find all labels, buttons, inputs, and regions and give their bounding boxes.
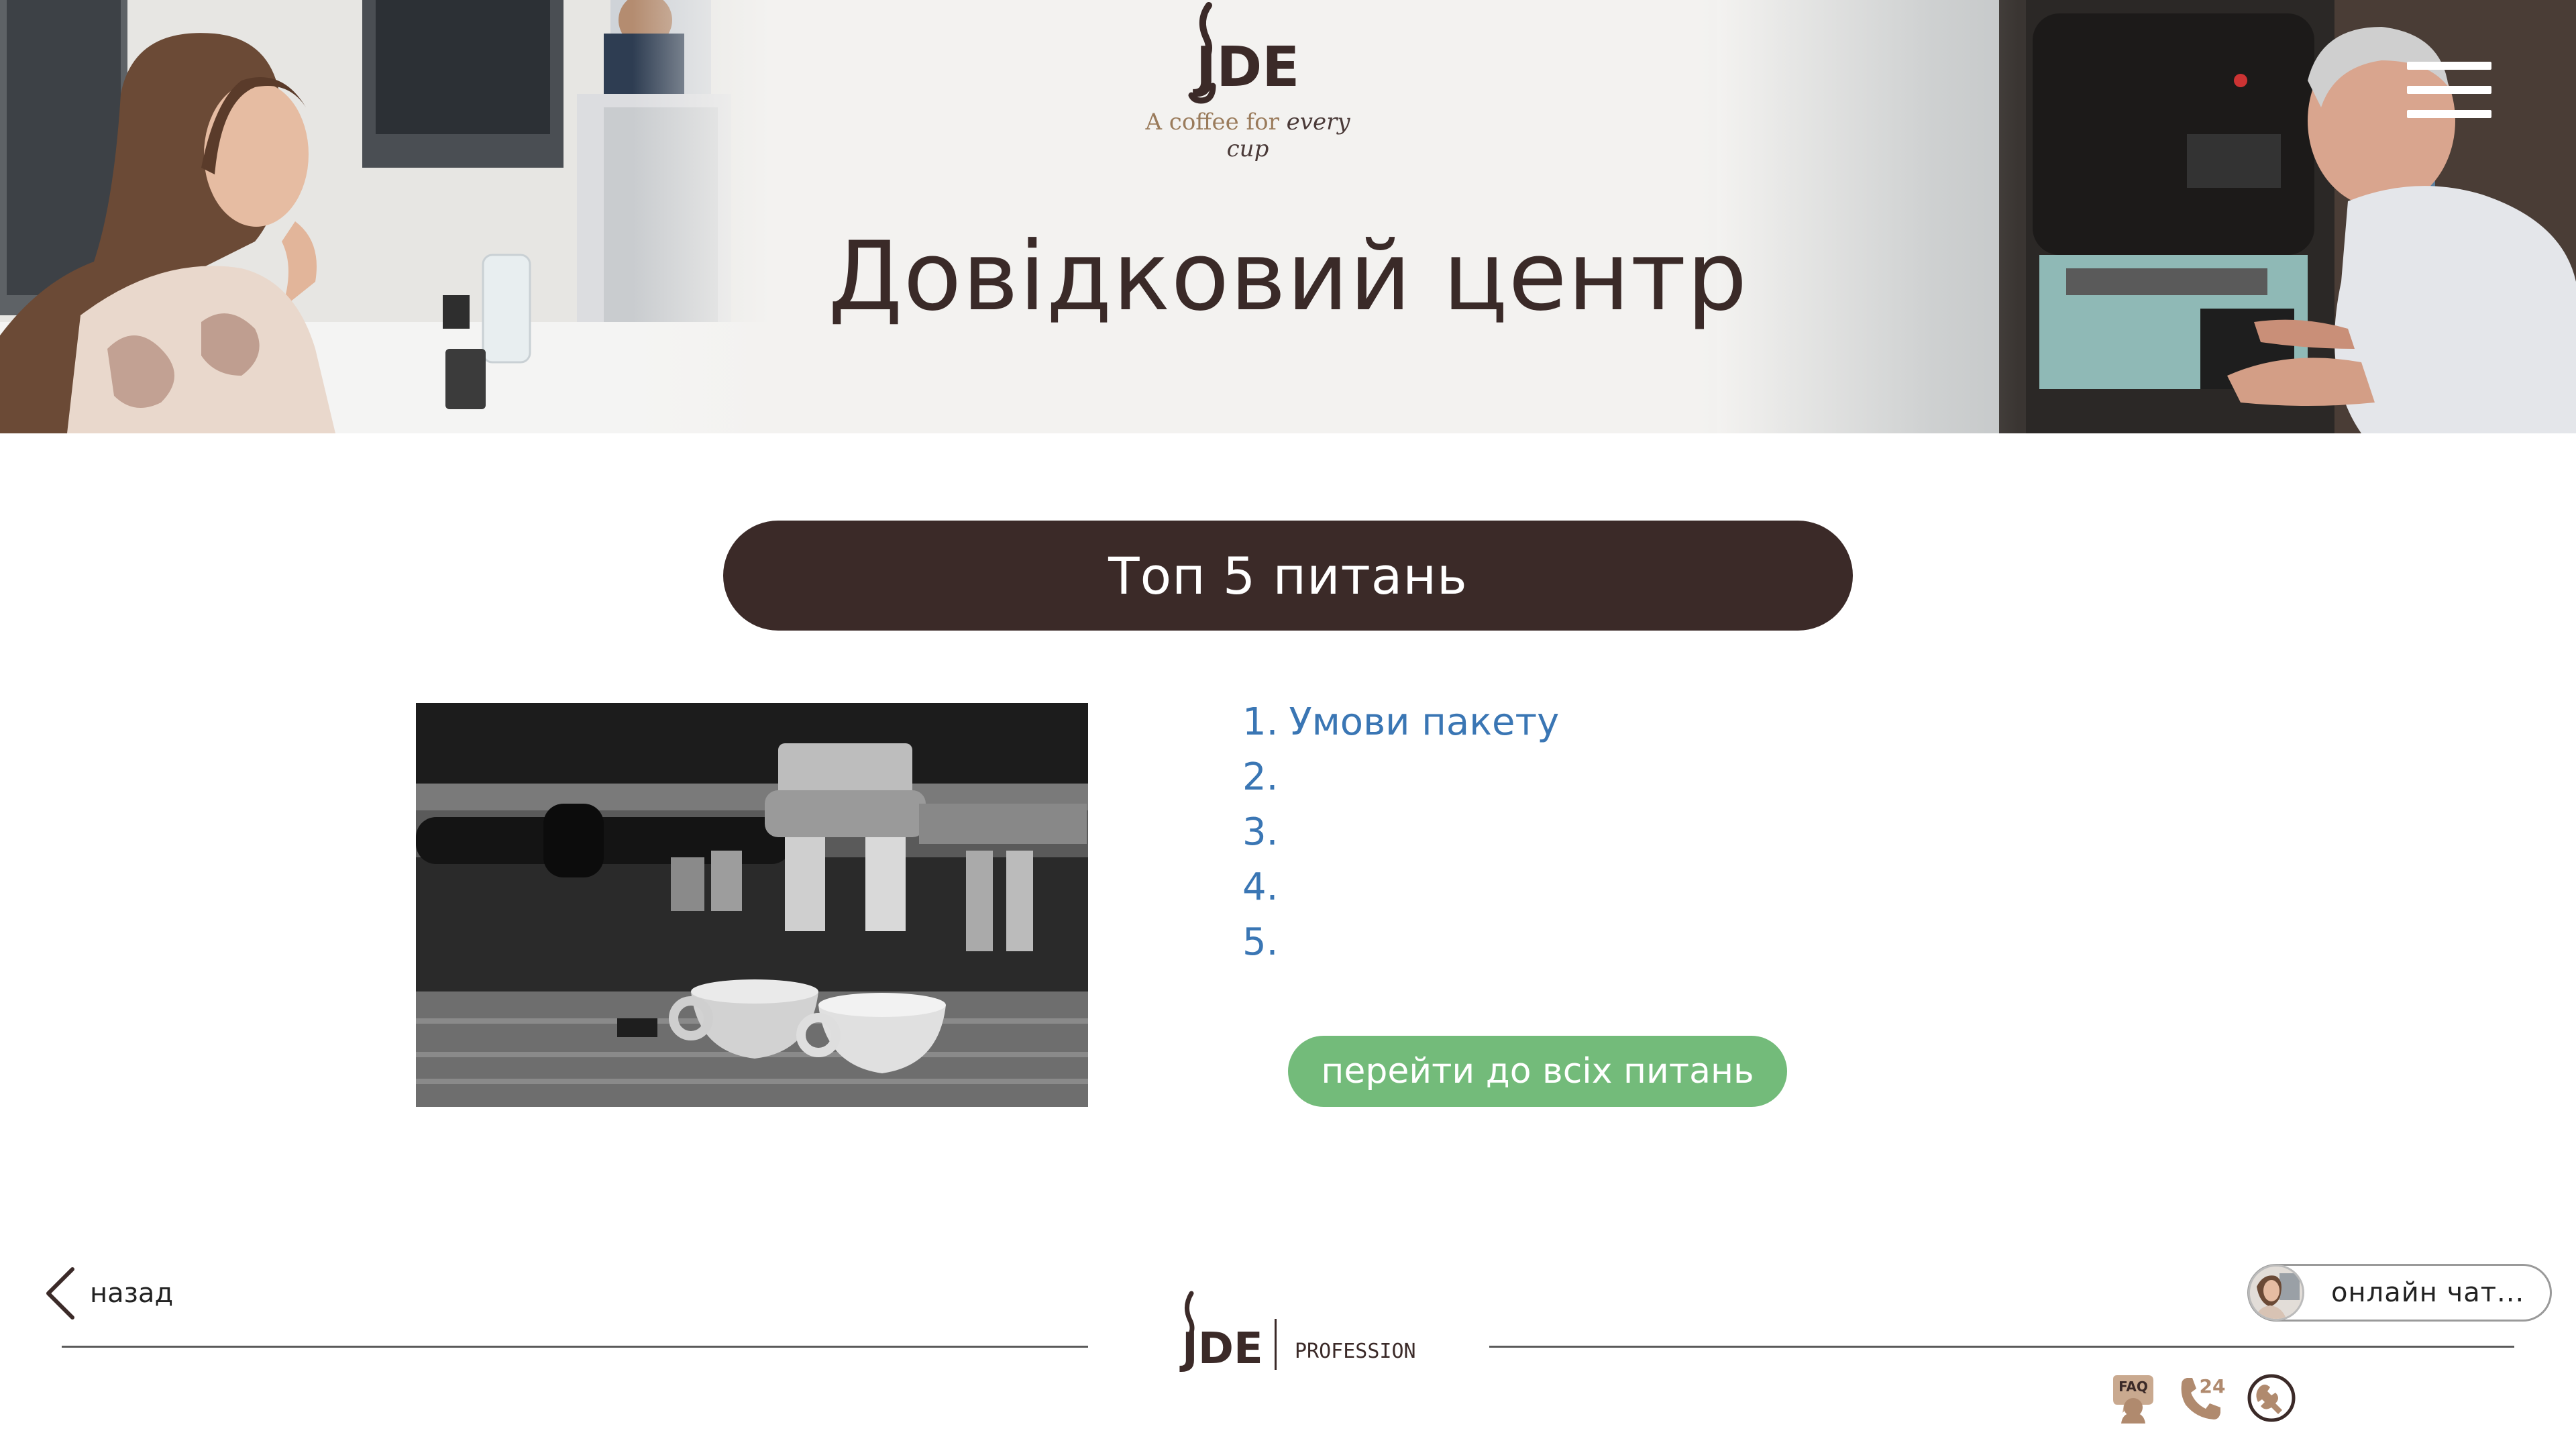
question-number: 4. (1242, 865, 1279, 909)
faq-icon[interactable]: FAQ (2108, 1373, 2159, 1424)
footer-logo-text: JDE (1179, 1324, 1263, 1374)
top-questions-heading-text: Топ 5 питань (1108, 545, 1468, 606)
back-label: назад (90, 1278, 174, 1309)
question-number: 3. (1242, 810, 1279, 854)
phone-24-label: 24 (2200, 1375, 2226, 1397)
top-questions-heading: Топ 5 питань (723, 521, 1853, 631)
hero-tagline: A coffee for every cup (1134, 109, 1362, 162)
footer-divider-left (62, 1346, 1088, 1348)
hero-photo-office (0, 0, 771, 433)
question-item[interactable]: 3. (1242, 805, 2047, 860)
top-questions-list: 1. Умови пакету 2. 3. 4. 5. (1242, 695, 2047, 970)
question-number: 2. (1242, 755, 1279, 799)
chat-avatar (2248, 1265, 2304, 1321)
question-item[interactable]: 4. (1242, 860, 2047, 915)
footer-logo-subtext: PROFESSIONAL (1295, 1340, 1415, 1363)
question-item[interactable]: 1. Умови пакету (1242, 695, 2047, 750)
question-number: 1. (1242, 700, 1279, 744)
footer-divider-right (1489, 1346, 2514, 1348)
question-item[interactable]: 2. (1242, 750, 2047, 805)
hero-banner: JDE A coffee for every cup Довідковий це… (0, 0, 2576, 433)
question-number: 5. (1242, 920, 1279, 964)
espresso-machine-photo (416, 703, 1088, 1107)
menu-bar (2407, 86, 2491, 94)
tagline-plain: A coffee for (1145, 109, 1287, 136)
menu-bar (2407, 62, 2491, 70)
hamburger-menu-icon[interactable] (2407, 62, 2491, 119)
page-title: Довідковий центр (828, 221, 1748, 332)
online-chat-button[interactable]: онлайн чат... (2247, 1264, 2552, 1322)
faq-icon-label: FAQ (2118, 1379, 2148, 1395)
question-text[interactable]: Умови пакету (1289, 700, 1559, 744)
all-questions-button[interactable]: перейти до всіх питань (1288, 1036, 1787, 1107)
chat-avatar-image (2250, 1267, 2302, 1319)
chevron-left-icon (46, 1267, 74, 1320)
phone-24-icon[interactable]: 24 (2175, 1373, 2226, 1424)
menu-bar (2407, 110, 2491, 118)
back-button[interactable]: назад (43, 1265, 173, 1322)
chat-label: онлайн чат... (2331, 1277, 2525, 1308)
hero-logo-text: JDE (1193, 36, 1300, 99)
question-item[interactable]: 5. (1242, 915, 2047, 970)
wrench-icon[interactable] (2246, 1373, 2297, 1424)
jde-professional-logo: JDE PROFESSIONAL (1179, 1291, 1415, 1374)
